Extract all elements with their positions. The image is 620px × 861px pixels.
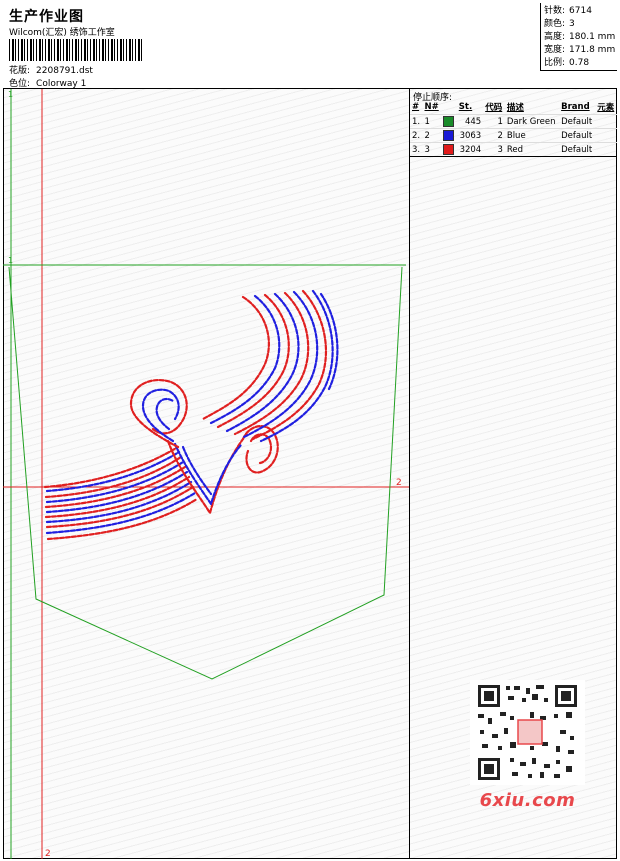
- row-swatch: [441, 142, 457, 157]
- row-n: 1: [422, 114, 442, 129]
- col-swatch: [441, 100, 456, 115]
- col-code: 代码: [485, 103, 503, 113]
- table-row: 2. 2 3063 2 Blue Default: [410, 128, 617, 143]
- row-index: 2.: [410, 128, 423, 143]
- stat-value: 180.1 mm: [569, 32, 616, 42]
- stat-label: 颜色:: [544, 19, 566, 29]
- header: 生产作业图 Wilcom(汇宏) 绣饰工作室 花版: 2208791.dst 色位…: [3, 3, 617, 89]
- row-element: [595, 114, 617, 129]
- barcode: [9, 39, 143, 61]
- watermark-qr: 6xiu.com: [470, 680, 585, 811]
- page-title: 生产作业图: [9, 9, 84, 25]
- stat-height: 高度: 180.1 mm: [544, 31, 617, 44]
- design-value: 2208791.dst: [36, 66, 93, 76]
- stat-label: 比例:: [544, 58, 566, 68]
- stat-scale: 比例: 0.78: [544, 57, 617, 70]
- row-desc: Red: [504, 142, 560, 157]
- colorway-value: Colorway 1: [36, 79, 87, 89]
- table-row: 1. 1 445 1 Dark Green Default: [410, 114, 617, 129]
- col-hash: #: [412, 102, 420, 112]
- stat-label: 高度:: [544, 32, 566, 42]
- row-element: [595, 142, 617, 157]
- row-desc: Dark Green: [504, 114, 560, 129]
- col-element: 元素: [597, 103, 615, 113]
- row-index: 3.: [410, 142, 423, 157]
- stat-label: 针数:: [544, 6, 566, 16]
- row-stitches: 3204: [456, 142, 484, 157]
- color-table: # N# St. 代码 描述 Brand 元素 1. 1 445 1 Dark …: [410, 100, 617, 157]
- col-n: N#: [424, 102, 439, 112]
- colorway-line: 色位: Colorway 1: [9, 76, 86, 89]
- row-index: 1.: [410, 114, 423, 129]
- col-brand: Brand: [561, 102, 590, 112]
- col-stitches: St.: [458, 102, 473, 112]
- marker-hline-left: 1: [8, 256, 13, 265]
- stat-colors: 颜色: 3: [544, 18, 617, 31]
- color-swatch: [443, 144, 455, 155]
- marker-top-left: 1: [8, 90, 13, 99]
- colorway-label: 色位:: [9, 79, 31, 89]
- row-code: 1: [483, 114, 505, 129]
- design-label: 花版:: [9, 66, 31, 76]
- embroidery-canvas: 1 2 1 2: [3, 89, 409, 859]
- watermark-brand: 6xiu.com: [479, 790, 576, 811]
- row-brand: Default: [559, 142, 596, 157]
- row-desc: Blue: [504, 128, 560, 143]
- row-element: [595, 128, 617, 143]
- color-swatch: [443, 130, 455, 141]
- embroidery-design: [43, 289, 339, 541]
- stat-value: 6714: [569, 6, 592, 16]
- stat-width: 宽度: 171.8 mm: [544, 44, 617, 57]
- row-n: 3: [422, 142, 442, 157]
- stats-box: 针数: 6714 颜色: 3 高度: 180.1 mm 宽度: 171.8 mm 比例:…: [540, 3, 617, 71]
- stat-label: 宽度:: [544, 45, 566, 55]
- row-n: 2: [422, 128, 442, 143]
- row-swatch: [441, 128, 457, 143]
- row-brand: Default: [559, 128, 596, 143]
- stat-stitches: 针数: 6714: [544, 5, 617, 18]
- marker-bottom: 2: [45, 849, 51, 859]
- studio-subtitle: Wilcom(汇宏) 绣饰工作室: [9, 28, 115, 38]
- col-desc: 描述: [506, 103, 524, 113]
- marker-hline-right: 2: [396, 478, 402, 488]
- row-stitches: 445: [456, 114, 484, 129]
- row-brand: Default: [559, 114, 596, 129]
- design-line: 花版: 2208791.dst: [9, 63, 93, 76]
- color-swatch: [443, 116, 455, 127]
- row-code: 3: [483, 142, 505, 157]
- row-code: 2: [483, 128, 505, 143]
- table-row: 3. 3 3204 3 Red Default: [410, 142, 617, 157]
- stat-value: 0.78: [569, 58, 590, 68]
- qr-code: [470, 680, 585, 785]
- stat-value: 171.8 mm: [569, 45, 616, 55]
- stat-value: 3: [569, 19, 575, 29]
- pocket-outline: [8, 266, 403, 680]
- row-swatch: [441, 114, 457, 129]
- row-stitches: 3063: [456, 128, 484, 143]
